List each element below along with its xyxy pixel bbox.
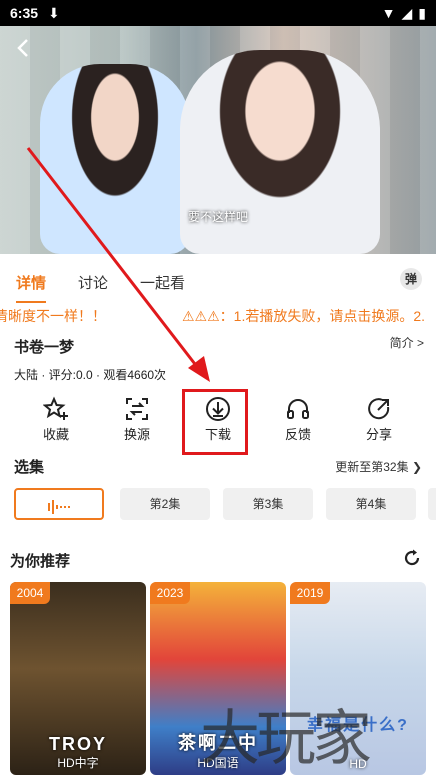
annotation-arrow [26, 147, 210, 382]
